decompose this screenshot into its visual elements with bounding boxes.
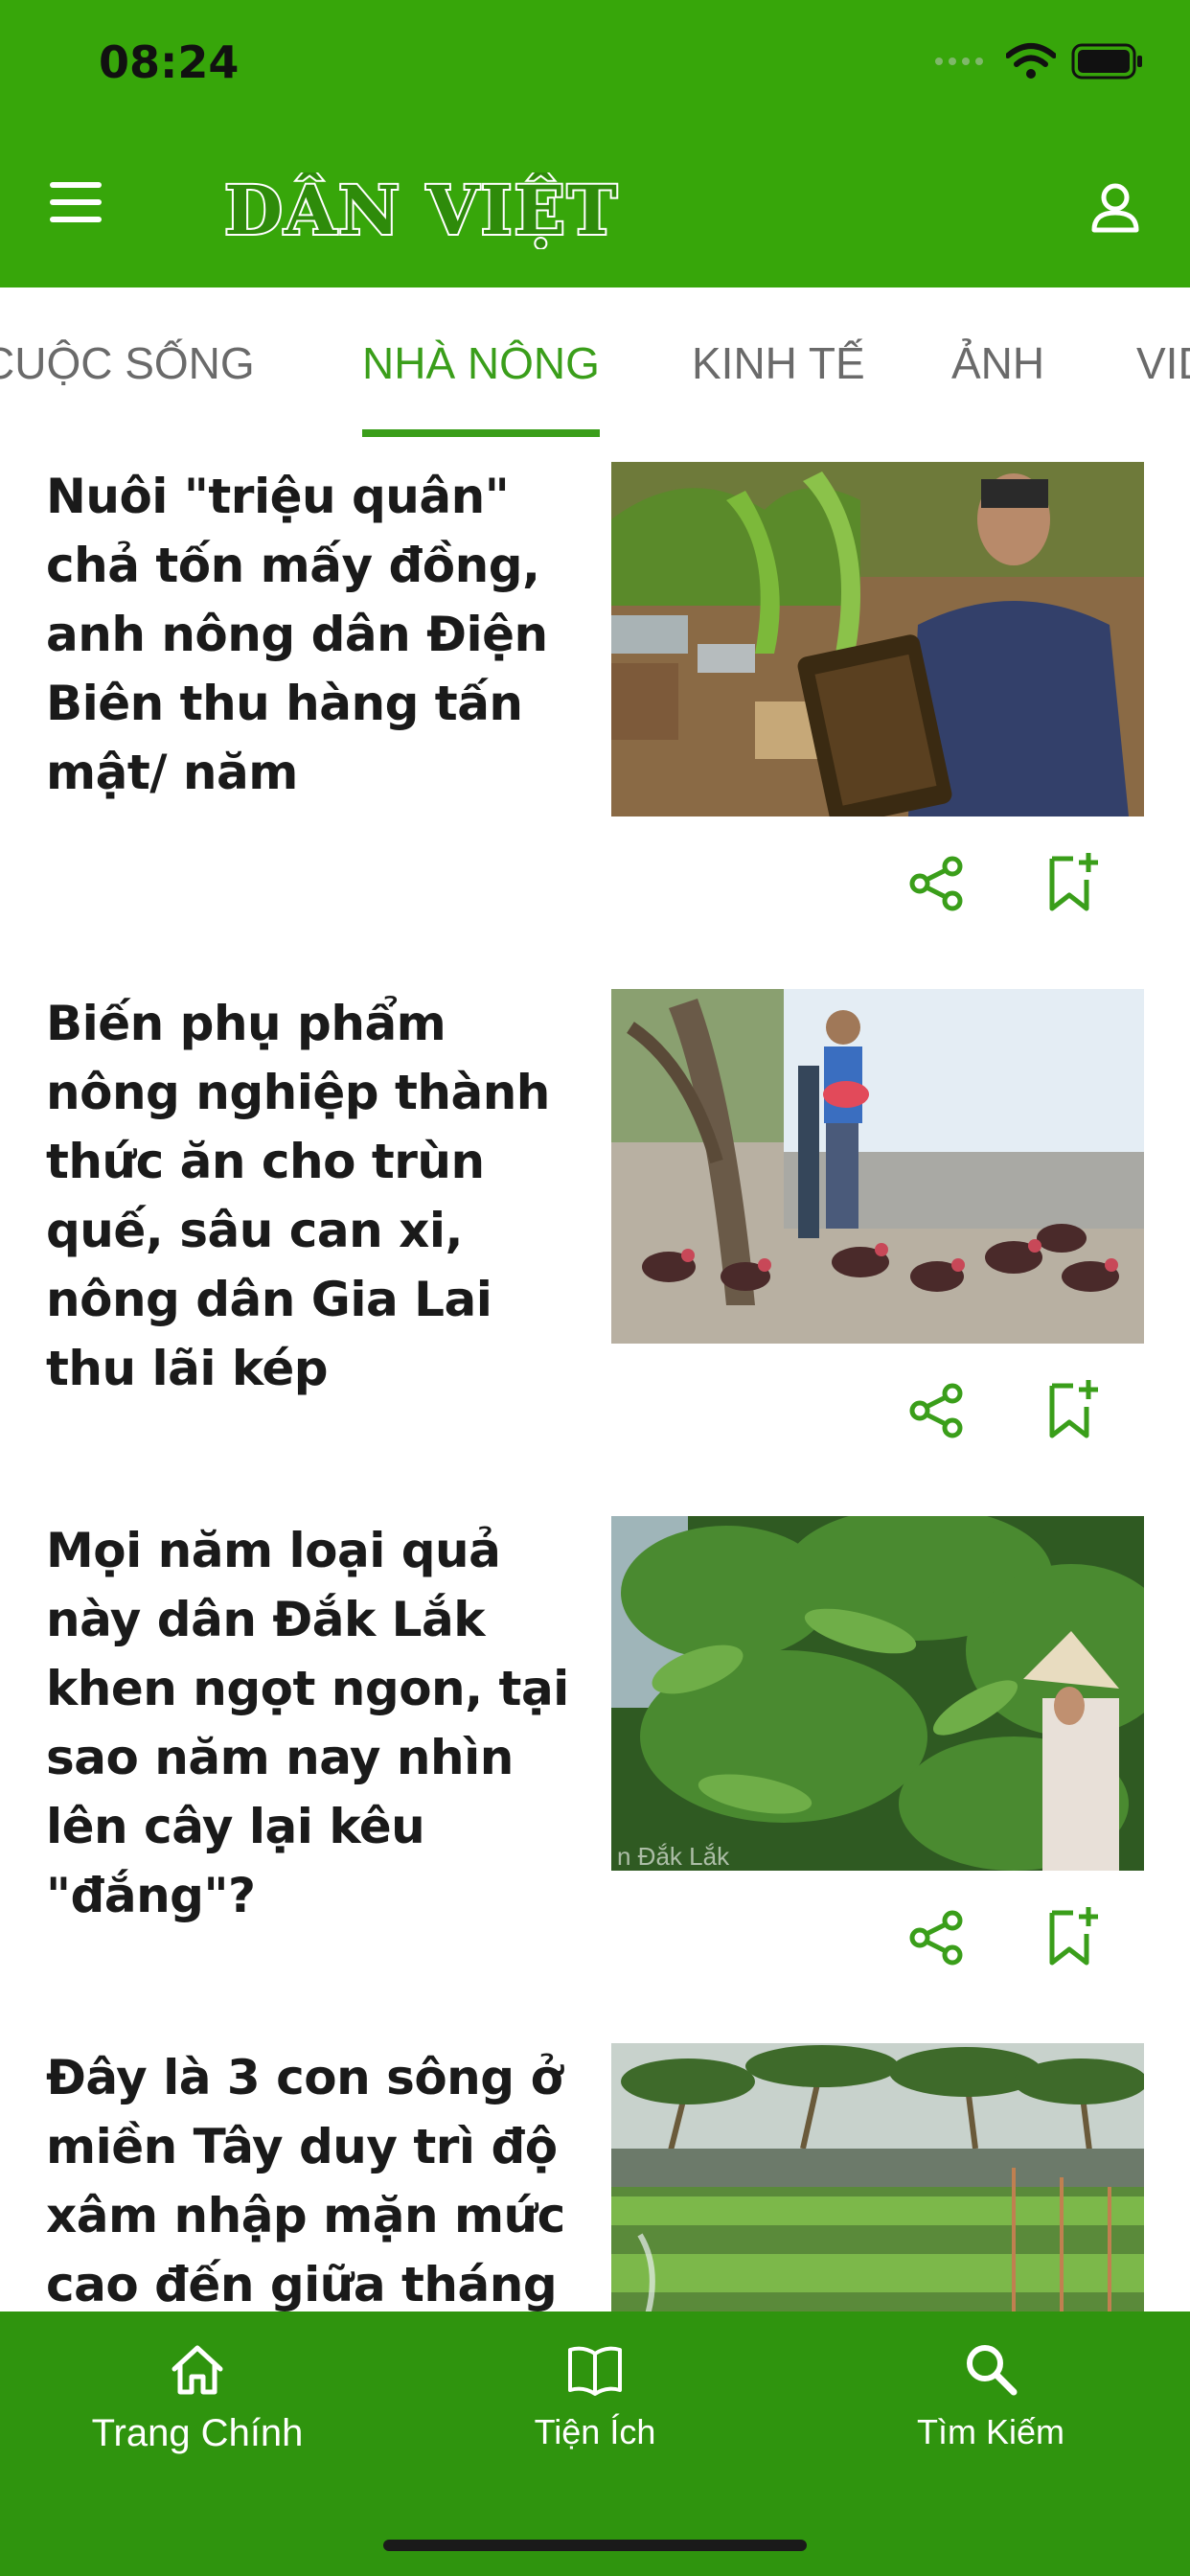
nav-search[interactable]: Tìm Kiếm (847, 2340, 1134, 2452)
beekeeper-photo (611, 462, 1144, 816)
article-thumbnail[interactable] (611, 462, 1144, 816)
battery-icon (1071, 43, 1142, 80)
nav-search-label: Tìm Kiếm (916, 2412, 1064, 2451)
share-icon[interactable] (908, 855, 966, 912)
search-icon (967, 2345, 1018, 2396)
tab-anh[interactable]: ẢNH (951, 337, 1044, 389)
article-thumbnail[interactable] (611, 989, 1144, 1344)
status-time: 08:24 (99, 36, 240, 88)
tab-nha-nong[interactable]: NHÀ NÔNG (362, 337, 600, 389)
status-icons (933, 42, 1144, 80)
share-icon[interactable] (908, 1909, 966, 1966)
fruit-tree-photo: n Đắk Lắk (611, 1516, 1144, 1871)
tab-video[interactable]: VIDEO (1136, 337, 1190, 389)
nav-home[interactable]: Trang Chính (54, 2340, 341, 2455)
bottom-navigation: Trang Chính Tiện Ích Tìm Kiếm (0, 2312, 1190, 2576)
bookmark-add-icon[interactable] (1048, 851, 1102, 912)
account-icon[interactable] (1087, 178, 1144, 236)
home-icon (172, 2345, 223, 2395)
tab-cuoc-song[interactable]: CUỘC SỐNG (0, 337, 255, 389)
article-title[interactable]: Nuôi "triệu quân" chả tốn mấy đồng, anh … (46, 462, 583, 807)
svg-text:n Đắk Lắk: n Đắk Lắk (617, 1842, 730, 1871)
active-tab-indicator (362, 429, 600, 437)
nav-utilities[interactable]: Tiện Ích (451, 2340, 739, 2452)
article-thumbnail[interactable]: n Đắk Lắk (611, 1516, 1144, 1871)
category-tabs: CUỘC SỐNG NHÀ NÔNG KINH TẾ ẢNH VIDEO (0, 288, 1190, 441)
share-icon[interactable] (908, 1382, 966, 1439)
home-indicator[interactable] (383, 2540, 807, 2551)
chicken-farm-photo (611, 989, 1144, 1344)
app-header: 08:24 DÂN VIỆT (0, 0, 1190, 288)
article-title[interactable]: Đây là 3 con sông ở miền Tây duy trì độ … (46, 2043, 583, 2319)
bookmark-add-icon[interactable] (1048, 1378, 1102, 1439)
article-title[interactable]: Biến phụ phẩm nông nghiệp thành thức ăn … (46, 989, 583, 1403)
article-title[interactable]: Mọi năm loại quả này dân Đắk Lắk khen ng… (46, 1516, 583, 1930)
menu-button[interactable] (50, 182, 111, 232)
nav-utilities-label: Tiện Ích (534, 2412, 656, 2451)
signal-icon (935, 58, 983, 65)
dan-viet-logo[interactable]: DÂN VIỆT (209, 172, 634, 249)
wifi-icon (1006, 43, 1056, 79)
nav-home-label: Trang Chính (91, 2412, 304, 2454)
tab-kinh-te[interactable]: KINH TẾ (692, 337, 865, 389)
book-icon (568, 2346, 622, 2396)
svg-text:DÂN VIỆT: DÂN VIỆT (224, 172, 619, 249)
bookmark-add-icon[interactable] (1048, 1905, 1102, 1966)
